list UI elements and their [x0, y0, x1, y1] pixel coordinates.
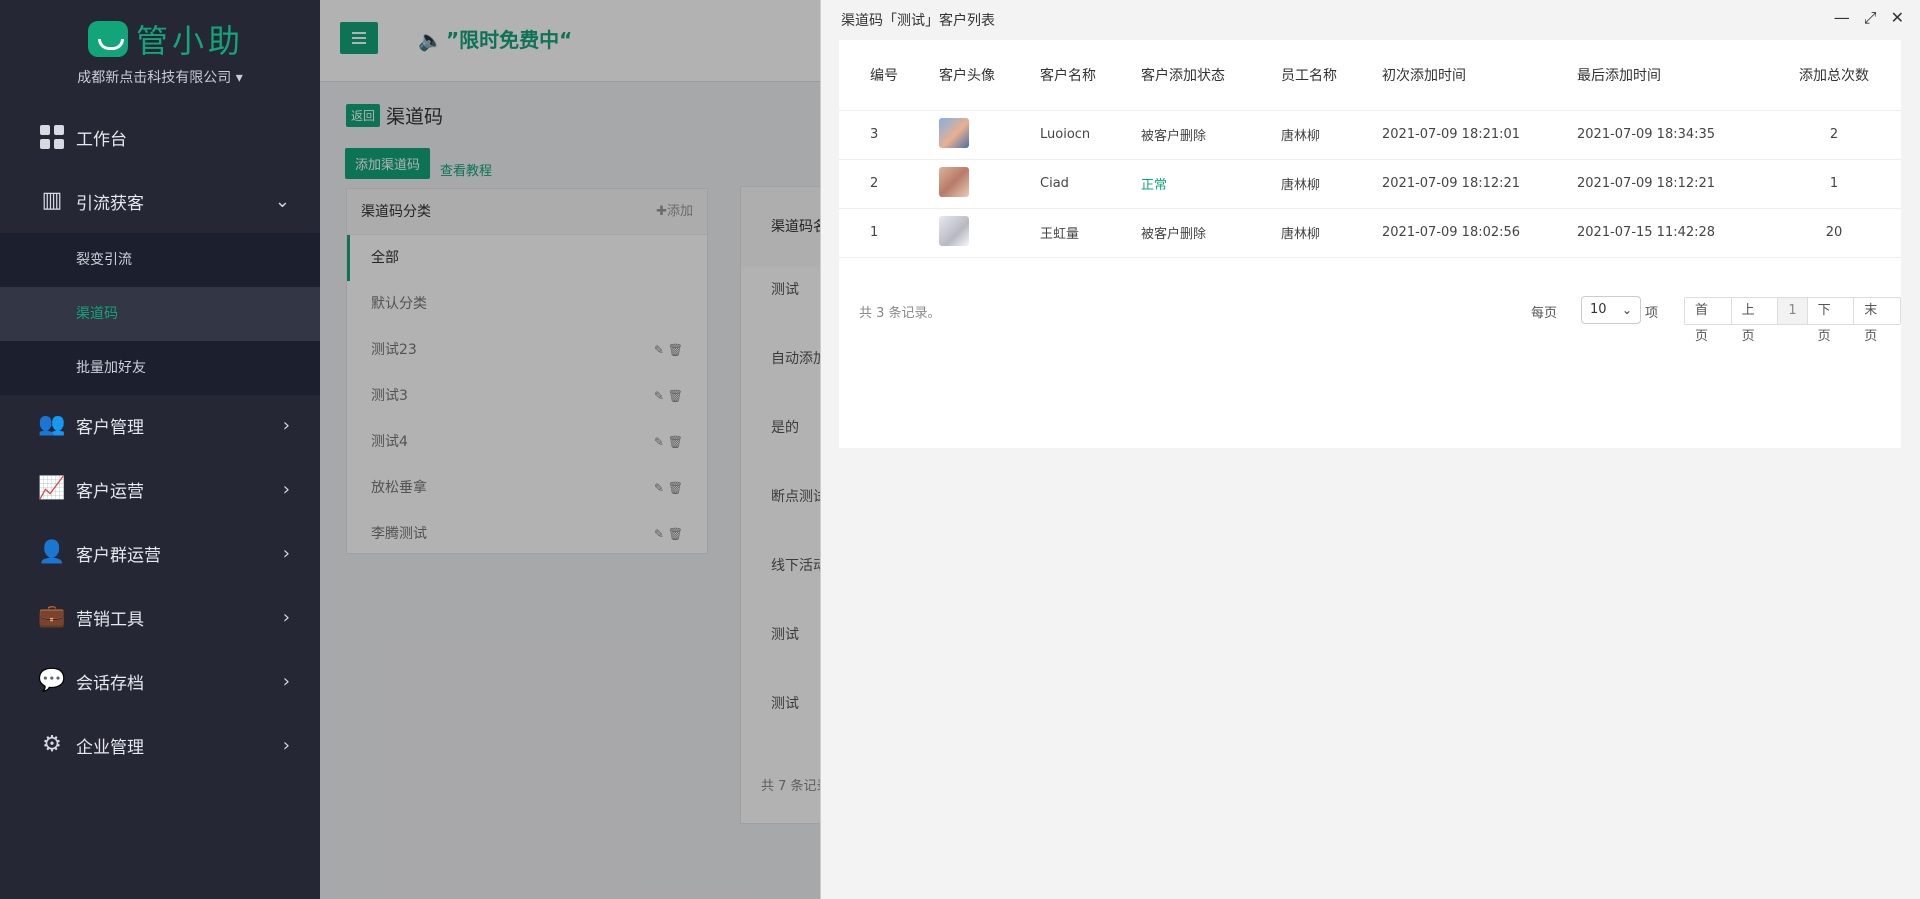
cell-total: 20 — [1777, 208, 1901, 258]
group-icon: 👤 — [38, 540, 66, 565]
table-row: 1 王虹量 被客户删除 唐林柳 2021-07-09 18:02:56 2021… — [839, 208, 1901, 258]
chevron-right-icon: › — [282, 542, 290, 564]
menu-item-label: 引流获客 — [76, 193, 144, 214]
chevron-down-icon: ⌄ — [274, 190, 290, 212]
menu-item-enterprise-management[interactable]: ⚙ 企业管理 › — [0, 715, 320, 775]
maximize-icon[interactable]: ⤢ — [1864, 8, 1877, 28]
menu-item-lead-generation[interactable]: ▥ 引流获客 ⌄ — [0, 171, 320, 231]
menu-item-label: 客户运营 — [76, 481, 144, 502]
cell-num: 1 — [839, 208, 939, 258]
per-page-value: 10 — [1590, 302, 1607, 317]
drawer-title: 渠道码「测试」客户列表 — [841, 13, 995, 29]
chevron-right-icon: › — [282, 734, 290, 756]
chevron-right-icon: › — [282, 670, 290, 692]
current-page[interactable]: 1 — [1778, 298, 1808, 324]
chevron-right-icon: › — [282, 478, 290, 500]
chart-board-icon: ▥ — [41, 188, 63, 213]
drawer-controls: — ⤢ ✕ — [1834, 8, 1904, 28]
column-header: 客户名称 — [1040, 40, 1141, 111]
presentation-icon: 📈 — [38, 476, 66, 501]
chat-archive-icon: 💬 — [38, 668, 66, 693]
logo-text: 管小助 — [136, 22, 245, 60]
cell-total: 2 — [1777, 110, 1901, 160]
sidebar: 管小助 成都新点击科技有限公司 ▾ 工作台 ▥ 引流获客 ⌄ 裂变引流 渠道码 … — [0, 0, 320, 899]
cell-first-added: 2021-07-09 18:12:21 — [1382, 159, 1577, 209]
cell-staff: 唐林柳 — [1281, 208, 1382, 258]
submenu-item-batch-add-friends[interactable]: 批量加好友 — [0, 341, 320, 395]
prev-page-button[interactable]: 上页 — [1731, 298, 1779, 344]
table-row: 2 Ciad 正常 唐林柳 2021-07-09 18:12:21 2021-0… — [839, 159, 1901, 209]
first-page-button[interactable]: 首页 — [1685, 298, 1732, 344]
column-header: 添加总次数 — [1777, 40, 1901, 111]
menu-item-label: 会话存档 — [76, 673, 144, 694]
next-page-button[interactable]: 下页 — [1807, 298, 1855, 344]
column-header: 客户头像 — [939, 40, 1040, 111]
submenu-lead-generation: 裂变引流 渠道码 批量加好友 — [0, 233, 320, 395]
menu-item-label: 企业管理 — [76, 737, 144, 758]
logo-icon — [88, 21, 128, 57]
last-page-button[interactable]: 末页 — [1854, 298, 1900, 344]
customer-list-drawer: 渠道码「测试」客户列表 — ⤢ ✕ 编号 客户头像 客户名称 客户添加状态 员工… — [820, 0, 1920, 899]
users-icon: 👥 — [38, 412, 66, 437]
cell-first-added: 2021-07-09 18:02:56 — [1382, 208, 1577, 258]
cell-last-added: 2021-07-09 18:12:21 — [1577, 159, 1777, 209]
menu-item-group-operations[interactable]: 👤 客户群运营 › — [0, 523, 320, 583]
table-row: 3 Luoiocn 被客户删除 唐林柳 2021-07-09 18:21:01 … — [839, 110, 1901, 160]
status-badge: 正常 — [1141, 159, 1281, 209]
chevron-down-icon: ⌄ — [1621, 303, 1632, 317]
column-header: 客户添加状态 — [1141, 40, 1281, 111]
cell-name: 王虹量 — [1040, 208, 1141, 258]
dashboard-icon — [40, 125, 64, 149]
minimize-icon[interactable]: — — [1834, 8, 1850, 28]
cell-last-added: 2021-07-09 18:34:35 — [1577, 110, 1777, 160]
cell-staff: 唐林柳 — [1281, 159, 1382, 209]
avatar — [939, 215, 969, 246]
column-header: 员工名称 — [1281, 40, 1382, 111]
submenu-item-channel-code[interactable]: 渠道码 — [0, 287, 320, 341]
menu-item-dashboard[interactable]: 工作台 — [0, 107, 320, 167]
avatar — [939, 166, 969, 197]
customer-table: 编号 客户头像 客户名称 客户添加状态 员工名称 初次添加时间 最后添加时间 添… — [839, 40, 1901, 258]
menu-item-label: 工作台 — [76, 129, 127, 150]
per-page-label: 每页 — [1531, 306, 1558, 321]
company-switcher[interactable]: 成都新点击科技有限公司 ▾ — [0, 67, 320, 87]
cell-num: 3 — [839, 110, 939, 160]
menu-item-chat-archive[interactable]: 💬 会话存档 › — [0, 651, 320, 711]
menu-item-marketing-tools[interactable]: 💼 营销工具 › — [0, 587, 320, 647]
close-icon[interactable]: ✕ — [1891, 8, 1904, 28]
column-header: 编号 — [839, 40, 939, 111]
per-page-unit: 项 — [1645, 306, 1659, 321]
table-header-row: 编号 客户头像 客户名称 客户添加状态 员工名称 初次添加时间 最后添加时间 添… — [839, 40, 1901, 111]
cell-last-added: 2021-07-15 11:42:28 — [1577, 208, 1777, 258]
logo: 管小助 — [88, 16, 244, 62]
menu-item-label: 客户管理 — [76, 417, 144, 438]
column-header: 初次添加时间 — [1382, 40, 1577, 111]
status-badge: 被客户删除 — [1141, 110, 1281, 160]
menu-item-customer-management[interactable]: 👥 客户管理 › — [0, 395, 320, 455]
cell-total: 1 — [1777, 159, 1901, 209]
menu-item-customer-operations[interactable]: 📈 客户运营 › — [0, 459, 320, 519]
column-header: 最后添加时间 — [1577, 40, 1777, 111]
chevron-right-icon: › — [282, 606, 290, 628]
cell-first-added: 2021-07-09 18:21:01 — [1382, 110, 1577, 160]
cell-name: Luoiocn — [1040, 110, 1141, 160]
menu-item-label: 营销工具 — [76, 609, 144, 630]
cell-name: Ciad — [1040, 159, 1141, 209]
pagination: 首页 上页 1 下页 末页 — [1684, 297, 1901, 344]
briefcase-icon: 💼 — [38, 604, 66, 629]
status-badge: 被客户删除 — [1141, 208, 1281, 258]
avatar — [939, 117, 969, 148]
menu-item-label: 客户群运营 — [76, 545, 161, 566]
chevron-right-icon: › — [282, 414, 290, 436]
per-page-select[interactable]: 10 ⌄ — [1581, 296, 1641, 324]
customer-table-card: 编号 客户头像 客户名称 客户添加状态 员工名称 初次添加时间 最后添加时间 添… — [839, 40, 1901, 448]
record-count: 共 3 条记录。 — [859, 306, 941, 321]
cell-num: 2 — [839, 159, 939, 209]
gear-icon: ⚙ — [42, 732, 62, 757]
cell-staff: 唐林柳 — [1281, 110, 1382, 160]
submenu-item-fission[interactable]: 裂变引流 — [0, 233, 320, 287]
table-footer: 共 3 条记录。 每页 10 ⌄ 项 首页 上页 1 下页 末页 — [839, 292, 1901, 344]
modal-overlay[interactable] — [320, 0, 820, 899]
